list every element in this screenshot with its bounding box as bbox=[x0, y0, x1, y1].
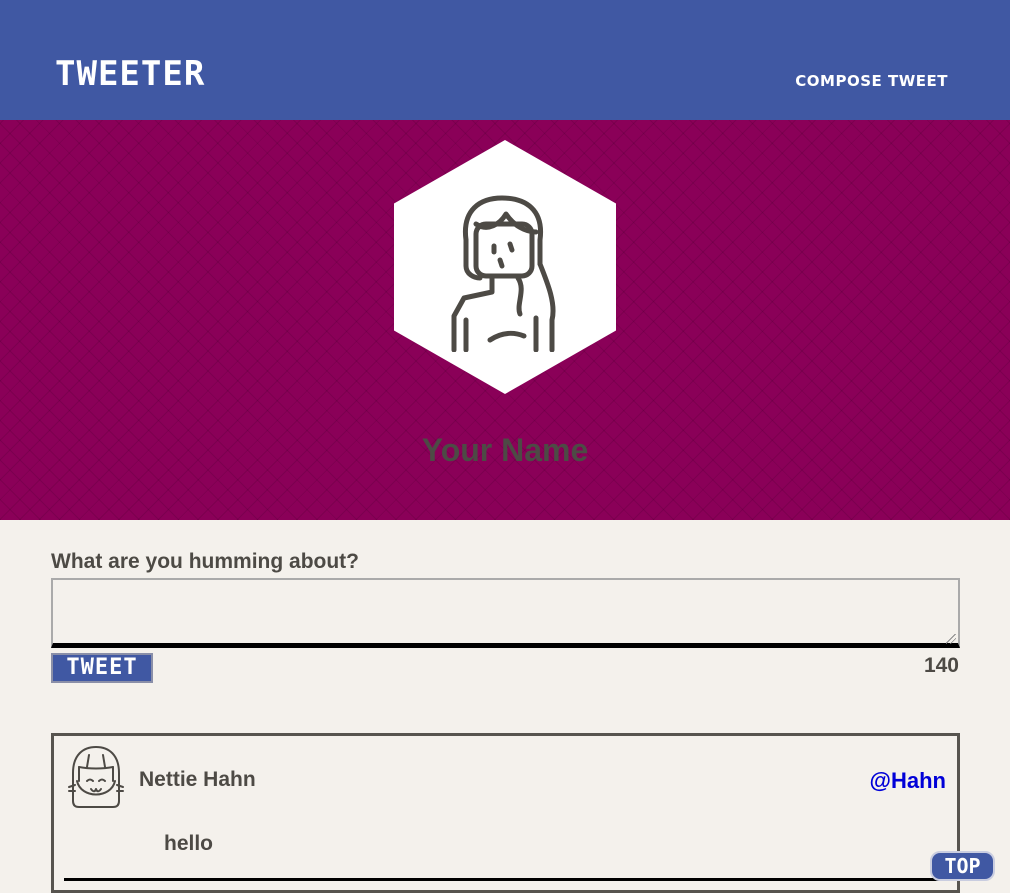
top-nav-bar: TWEETER COMPOSE TWEET bbox=[0, 0, 1010, 120]
profile-name: Your Name bbox=[421, 432, 589, 468]
brand-logo[interactable]: TWEETER bbox=[55, 54, 205, 94]
tweet-button[interactable]: TWEET bbox=[51, 653, 153, 683]
composer-label: What are you humming about? bbox=[51, 550, 359, 573]
compose-tweet-link[interactable]: COMPOSE TWEET bbox=[795, 72, 948, 90]
tweet-textarea[interactable] bbox=[51, 578, 960, 648]
textarea-resize-handle[interactable] bbox=[946, 634, 956, 644]
woman-avatar-icon bbox=[451, 195, 556, 352]
tweet-author-name: Nettie Hahn bbox=[139, 768, 256, 791]
character-counter: 140 bbox=[923, 654, 959, 677]
scroll-top-button[interactable]: TOP bbox=[930, 851, 995, 881]
profile-avatar bbox=[394, 140, 616, 394]
girl-avatar-icon bbox=[68, 746, 124, 808]
tweet-author-handle[interactable]: @Hahn bbox=[870, 768, 946, 794]
profile-banner: Your Name bbox=[0, 120, 1010, 520]
tweet-body: hello bbox=[164, 832, 214, 855]
tweet-card: Nettie Hahn @Hahn hello bbox=[51, 733, 960, 893]
